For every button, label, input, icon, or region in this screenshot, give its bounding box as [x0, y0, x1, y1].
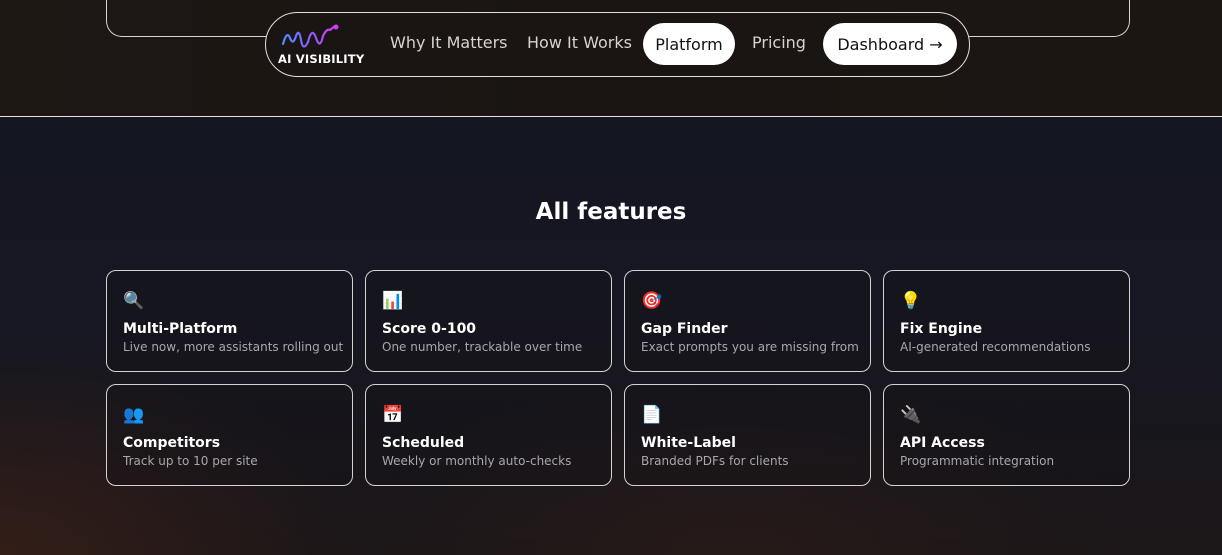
section-title: All features	[535, 199, 687, 225]
feature-card-title: Fix Engine	[900, 321, 983, 337]
feature-card-description: Exact prompts you are missing from	[641, 340, 859, 354]
target-icon: 🎯	[641, 291, 663, 311]
nav-link-why-it-matters[interactable]: Why It Matters	[390, 33, 508, 52]
bar-chart-icon: 📊	[382, 291, 404, 311]
nav-link-platform[interactable]: Platform	[643, 23, 735, 65]
calendar-icon: 📅	[382, 405, 404, 425]
plug-icon: 🔌	[900, 405, 922, 425]
feature-card: 📅 Scheduled Weekly or monthly auto-checks	[365, 384, 612, 486]
logo-text: AI VISIBILITY	[278, 52, 365, 66]
document-icon: 📄	[641, 405, 663, 425]
feature-card: 📊 Score 0-100 One number, trackable over t…	[365, 270, 612, 372]
navbar: AI VISIBILITY Why It Matters How It Work…	[265, 12, 970, 77]
feature-card-title: Gap Finder	[641, 321, 728, 337]
nav-link-how-it-works[interactable]: How It Works	[527, 33, 632, 52]
feature-card-title: Competitors	[123, 435, 221, 451]
feature-card-description: Live now, more assistants rolling out	[123, 340, 344, 354]
logo[interactable]: AI VISIBILITY	[278, 24, 365, 68]
dashboard-button[interactable]: Dashboard →	[823, 23, 957, 65]
logo-wave-icon	[281, 24, 339, 48]
feature-card-title: API Access	[900, 435, 985, 451]
lightbulb-icon: 💡	[900, 291, 922, 311]
feature-card: 👥 Competitors Track up to 10 per site	[106, 384, 353, 486]
magnifier-icon: 🔍	[123, 291, 145, 311]
feature-card-title: Multi-Platform	[123, 321, 238, 337]
feature-card: 🔍 Multi-Platform Live now, more assistants…	[106, 270, 353, 372]
feature-card-title: Score 0-100	[382, 321, 477, 337]
feature-card: 📄 White-Label Branded PDFs for clients	[624, 384, 871, 486]
feature-card: 💡 Fix Engine AI-generated recommendations	[883, 270, 1130, 372]
feature-card: 🔌 API Access Programmatic integration	[883, 384, 1130, 486]
feature-card-description: Weekly or monthly auto-checks	[382, 454, 572, 468]
feature-card: 🎯 Gap Finder Exact prompts you are missing…	[624, 270, 871, 372]
feature-card-description: Track up to 10 per site	[123, 454, 258, 468]
feature-card-title: White-Label	[641, 435, 736, 451]
feature-card-description: AI-generated recommendations	[900, 340, 1091, 354]
people-icon: 👥	[123, 405, 145, 425]
feature-card-description: One number, trackable over time	[382, 340, 583, 354]
feature-card-title: Scheduled	[382, 435, 465, 451]
feature-card-description: Branded PDFs for clients	[641, 454, 789, 468]
nav-link-pricing[interactable]: Pricing	[752, 33, 806, 52]
feature-card-description: Programmatic integration	[900, 454, 1055, 468]
